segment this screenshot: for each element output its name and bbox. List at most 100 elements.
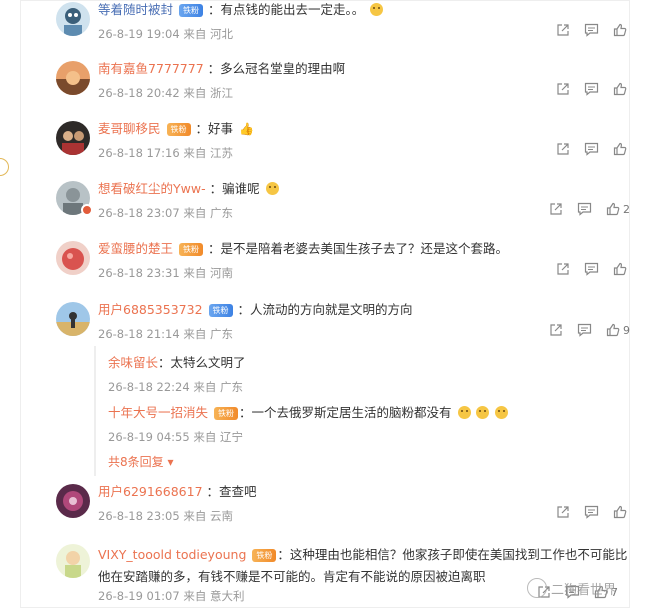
comment-time: 26-8-19 01:07 [98, 589, 180, 603]
watermark-logo-icon [526, 578, 547, 598]
comment-meta: 26-8-18 23:05 来自 云南 [98, 508, 233, 524]
username[interactable]: 想看破红尘的Yww- [98, 181, 206, 196]
thumbs-up-icon [606, 202, 620, 216]
comment-actions [542, 82, 630, 96]
like-button[interactable] [613, 142, 630, 156]
comment-text: ：人流动的方向就是文明的方向 [237, 302, 413, 317]
edge-handle-icon [0, 158, 9, 176]
avatar[interactable] [56, 241, 90, 275]
from-label: 来自 [183, 206, 207, 220]
username[interactable]: 用户6885353732 [98, 302, 203, 317]
avatar[interactable] [56, 2, 90, 36]
like-button[interactable]: 2 [606, 202, 630, 216]
like-count: 9 [623, 323, 630, 337]
from-label: 来自 [183, 146, 207, 160]
from-label: 来自 [183, 589, 207, 603]
comment-line: 用户6885353732 铁粉 ：人流动的方向就是文明的方向 [98, 302, 413, 318]
share-button[interactable] [556, 505, 570, 519]
reply-time: 26-8-19 04:55 [108, 430, 190, 444]
comment-icon [584, 23, 599, 37]
location: 辽宁 [220, 430, 243, 444]
location: 河南 [210, 266, 233, 280]
username[interactable]: 南有嘉鱼7777777 [98, 61, 204, 76]
like-button[interactable] [613, 82, 630, 96]
username[interactable]: 等着随时被封 [98, 2, 173, 17]
from-label: 来自 [193, 380, 217, 394]
share-button[interactable] [556, 142, 570, 156]
reply-text: ：一个去俄罗斯定居生活的脑粉都没有 [239, 405, 452, 420]
comment-actions: 9 [535, 323, 630, 337]
username[interactable]: 用户6291668617 [98, 484, 203, 499]
comment-time: 26-8-18 17:16 [98, 146, 180, 160]
comment-button[interactable] [584, 505, 599, 519]
like-button[interactable] [613, 23, 630, 37]
username[interactable]: VIXY_tooold todieyoung [98, 547, 246, 562]
reply-time: 26-8-18 22:24 [108, 380, 190, 394]
username[interactable]: 麦哥聊移民 [98, 121, 161, 136]
comment-actions [542, 505, 630, 519]
more-replies-label: 共8条回复 [108, 455, 164, 469]
comment-time: 26-8-18 23:05 [98, 509, 180, 523]
avatar[interactable] [56, 121, 90, 155]
share-button[interactable] [549, 202, 563, 216]
username[interactable]: 十年大号一招消失 [108, 405, 208, 420]
like-count: 2 [623, 202, 630, 216]
share-button[interactable] [549, 323, 563, 337]
avatar[interactable] [56, 61, 90, 95]
username[interactable]: 爱蛮腰的楚王 [98, 241, 173, 256]
comment-actions [542, 262, 630, 276]
comment-icon [577, 323, 592, 337]
location: 浙江 [210, 86, 233, 100]
comment-text: ：查查吧 [206, 484, 257, 499]
thumbs-up-icon [613, 505, 627, 519]
from-label: 来自 [183, 509, 207, 523]
avatar[interactable] [56, 484, 90, 518]
comment-icon [584, 142, 599, 156]
share-icon [557, 24, 569, 36]
comment-button[interactable] [577, 202, 592, 216]
comment-line: 南有嘉鱼7777777 ：多么冠名堂皇的理由啊 [98, 61, 345, 77]
from-label: 来自 [193, 430, 217, 444]
comment-icon [584, 82, 599, 96]
share-button[interactable] [556, 262, 570, 276]
share-icon [550, 324, 562, 336]
comment-button[interactable] [584, 262, 599, 276]
comment-text: ：好事 [195, 121, 233, 136]
comment-button[interactable] [584, 82, 599, 96]
comment-text: ：骗谁呢 [209, 181, 260, 196]
location: 意大利 [210, 589, 245, 603]
like-button[interactable] [613, 262, 630, 276]
comment-meta: 26-8-18 17:16 来自 江苏 [98, 145, 233, 161]
fan-badge: 铁粉 [179, 4, 203, 17]
share-icon [557, 263, 569, 275]
reply-meta: 26-8-19 04:55 来自 辽宁 [108, 429, 508, 445]
share-icon [550, 203, 562, 215]
reply-item: 十年大号一招消失 铁粉 ：一个去俄罗斯定居生活的脑粉都没有 26-8-19 04:… [108, 402, 509, 445]
comment-time: 26-8-18 20:42 [98, 86, 180, 100]
reply-thread: 余味留长：太特么文明了 26-8-18 22:24 来自 广东 十年大号一招消失… [94, 346, 576, 476]
share-button[interactable] [556, 23, 570, 37]
more-replies-link[interactable]: 共8条回复 ▾ [108, 453, 174, 470]
like-button[interactable] [613, 505, 630, 519]
comment-time: 26-8-18 21:14 [98, 327, 180, 341]
comment-actions: 2 [535, 202, 630, 216]
location: 江苏 [210, 146, 233, 160]
username[interactable]: 余味留长 [108, 355, 158, 370]
comment-time: 26-8-18 23:31 [98, 266, 180, 280]
avatar[interactable] [56, 302, 90, 336]
comment-line: 用户6291668617 ：查查吧 [98, 484, 257, 500]
avatar[interactable] [56, 544, 90, 578]
share-button[interactable] [556, 82, 570, 96]
comment-button[interactable] [584, 23, 599, 37]
comment-meta: 26-8-19 19:04 来自 河北 [98, 26, 233, 42]
from-label: 来自 [183, 266, 207, 280]
share-icon [557, 506, 569, 518]
comment-icon [584, 262, 599, 276]
like-button[interactable]: 9 [606, 323, 630, 337]
fan-badge: 铁粉 [252, 549, 277, 562]
comment-button[interactable] [584, 142, 599, 156]
comment-button[interactable] [577, 323, 592, 337]
emoji-icon [265, 182, 279, 195]
reply-item: 余味留长：太特么文明了 26-8-18 22:24 来自 广东 [108, 352, 246, 395]
thumbs-up-icon [606, 323, 620, 337]
